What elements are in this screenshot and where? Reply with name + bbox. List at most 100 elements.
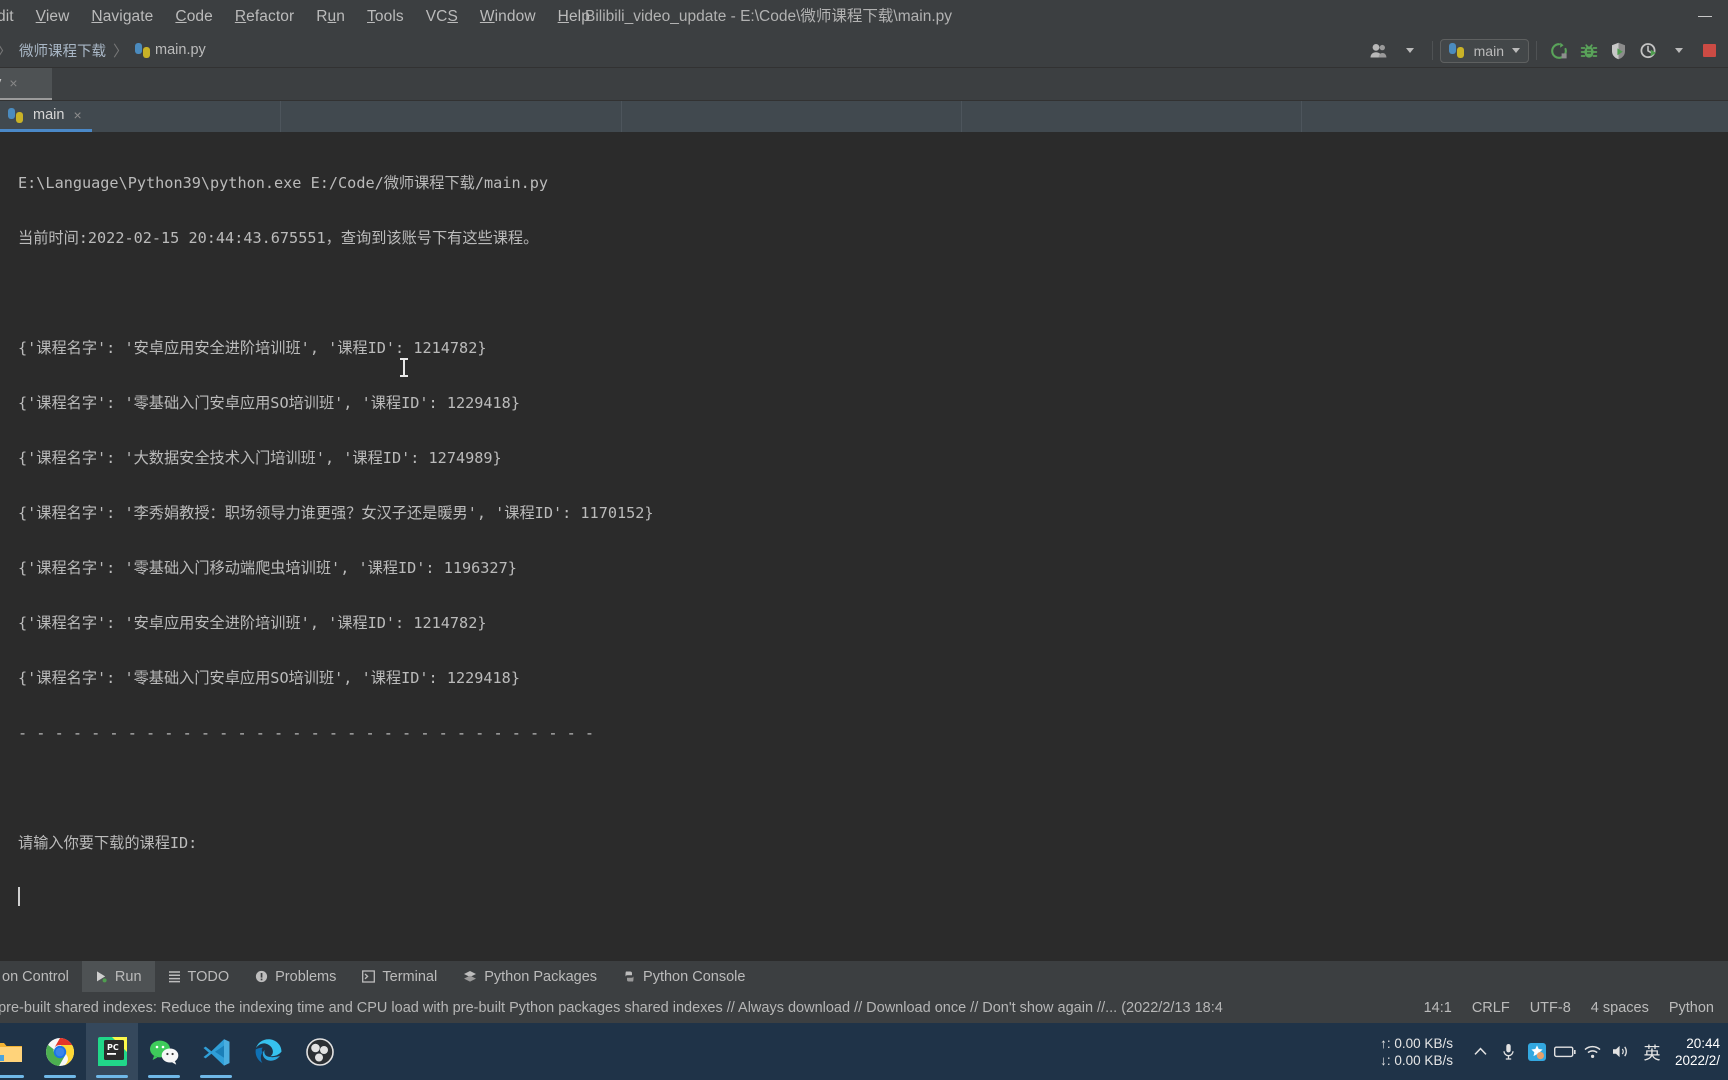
python-run-icon — [8, 107, 23, 123]
menu-item-code[interactable]: Code — [164, 5, 223, 29]
close-icon[interactable]: × — [9, 75, 17, 91]
breadcrumb-separator-icon: 〉 — [0, 40, 12, 61]
python-file-icon — [135, 42, 151, 58]
toolbar-divider — [1431, 41, 1433, 60]
tray-app-icon[interactable] — [1523, 1023, 1551, 1080]
wifi-icon[interactable] — [1579, 1023, 1607, 1080]
window-controls — [1682, 0, 1728, 33]
run-config-label: main — [1473, 42, 1504, 59]
menu-item-navigate[interactable]: Navigate — [80, 5, 164, 29]
user-account-dropdown-icon[interactable] — [1397, 38, 1423, 64]
profile-icon[interactable] — [1636, 38, 1662, 64]
tool-window-label: Python Packages — [484, 968, 598, 985]
run-configuration-selector[interactable]: main — [1439, 38, 1529, 63]
run-tool-window: main × E:\Language\Python39\python.exe E… — [0, 101, 1728, 961]
interpreter-indicator[interactable]: Python — [1659, 1000, 1724, 1016]
encoding-indicator[interactable]: UTF-8 — [1520, 1000, 1581, 1016]
coverage-icon[interactable] — [1606, 38, 1632, 64]
console-line: {'课程名字': '安卓应用安全进阶培训班', '课程ID': 1214782} — [18, 613, 487, 632]
menu-item-tools[interactable]: Tools — [356, 5, 415, 29]
header-divider — [1301, 101, 1302, 132]
menu-mnemonic: V — [35, 7, 46, 25]
battery-icon[interactable] — [1551, 1023, 1579, 1080]
wechat-icon[interactable] — [138, 1023, 190, 1080]
chrome-icon[interactable] — [34, 1023, 86, 1080]
menu-item-vcs[interactable]: VCS — [415, 5, 469, 29]
python-packages-icon — [463, 970, 477, 983]
status-bar-right: 14:1 CRLF UTF-8 4 spaces Python — [1414, 1000, 1724, 1016]
menu-item-view[interactable]: View — [25, 5, 81, 29]
ime-indicator[interactable]: 英 — [1635, 1023, 1669, 1080]
obs-icon[interactable] — [294, 1023, 346, 1080]
tool-window-terminal[interactable]: Terminal — [349, 961, 450, 992]
menu-mnemonic: W — [479, 7, 495, 25]
rerun-icon[interactable] — [1546, 38, 1572, 64]
breadcrumb-item-file[interactable]: main.py — [135, 42, 206, 58]
breadcrumb-separator-icon: 〉 — [113, 42, 129, 60]
menu-mnemonic: R — [234, 7, 247, 25]
tool-window-label: on Control — [2, 968, 69, 985]
tool-window-python-console[interactable]: Python Console — [610, 961, 758, 992]
toolbar-divider — [1536, 41, 1537, 60]
console-input-line[interactable] — [18, 885, 1728, 913]
editor-tab-mainpy[interactable]: .py × — [0, 68, 52, 100]
console-line: {'课程名字': '安卓应用安全进阶培训班', '课程ID': 1214782} — [18, 338, 487, 357]
console-line-separator: - - - - - - - - - - - - - - - - - - - - … — [18, 723, 595, 742]
network-download-label: ↓: 0.00 KB/s — [1380, 1052, 1453, 1068]
tool-window-label: Run — [114, 968, 142, 985]
python-config-icon — [1448, 43, 1464, 58]
breadcrumb: 〉 微师课程下载 〉 main.py — [0, 40, 206, 61]
tool-window-version-control[interactable]: on Control — [0, 961, 82, 992]
menu-item-refactor[interactable]: Refactor — [224, 5, 305, 29]
run-session-tab-main[interactable]: main × — [0, 101, 92, 132]
mouse-cursor-ibeam-icon — [400, 358, 408, 377]
problems-icon — [255, 970, 268, 983]
volume-icon[interactable] — [1607, 1023, 1635, 1080]
pycharm-icon[interactable]: PC — [86, 1023, 138, 1080]
user-account-icon[interactable] — [1367, 38, 1393, 64]
stop-icon[interactable] — [1696, 38, 1722, 64]
tool-window-todo[interactable]: TODO — [155, 961, 243, 992]
indent-indicator[interactable]: 4 spaces — [1581, 1000, 1659, 1016]
breadcrumb-item-project[interactable]: 微师课程下载 — [19, 40, 106, 61]
taskbar-clock[interactable]: 20:44 2022/2/ — [1669, 1035, 1728, 1069]
console-line: {'课程名字': '零基础入门移动端爬虫培训班', '课程ID': 119632… — [18, 558, 517, 577]
network-speed-indicator[interactable]: ↑: 0.00 KB/s ↓: 0.00 KB/s — [1380, 1035, 1453, 1069]
show-hidden-icons-chevron-up-icon[interactable] — [1467, 1023, 1495, 1080]
tool-window-run[interactable]: Run — [81, 961, 155, 992]
menu-mnemonic: u — [327, 7, 337, 25]
svg-text:PC: PC — [107, 1043, 119, 1052]
run-tab-label: main — [33, 107, 65, 123]
caret-position-indicator[interactable]: 14:1 — [1414, 1000, 1462, 1016]
console-line: {'课程名字': '零基础入门安卓应用SO培训班', '课程ID': 12294… — [18, 668, 520, 687]
menu-item-edit[interactable]: dit — [0, 5, 25, 29]
profile-dropdown-icon[interactable] — [1666, 38, 1692, 64]
console-output[interactable]: E:\Language\Python39\python.exe E:/Code/… — [0, 132, 1728, 961]
debug-icon[interactable] — [1576, 38, 1602, 64]
close-icon[interactable]: × — [73, 107, 81, 123]
status-notification-message[interactable]: d pre-built shared indexes: Reduce the i… — [0, 1000, 1223, 1016]
menu-item-window[interactable]: Window — [469, 5, 547, 29]
navigation-bar: 〉 微师课程下载 〉 main.py main — [0, 33, 1728, 68]
header-divider — [621, 101, 622, 132]
tool-window-python-packages[interactable]: Python Packages — [450, 961, 610, 992]
menu-label: dit — [0, 7, 14, 25]
menu-item-run[interactable]: Run — [305, 5, 356, 29]
editor-tab-strip: .py × — [0, 68, 1728, 101]
console-line: E:\Language\Python39\python.exe E:/Code/… — [18, 173, 549, 192]
chevron-down-icon — [1512, 48, 1520, 53]
edge-icon[interactable] — [242, 1023, 294, 1080]
line-separator-indicator[interactable]: CRLF — [1462, 1000, 1520, 1016]
network-upload-label: ↑: 0.00 KB/s — [1380, 1035, 1453, 1051]
file-explorer-icon[interactable] — [0, 1023, 34, 1080]
vscode-icon[interactable] — [190, 1023, 242, 1080]
minimize-button[interactable] — [1682, 0, 1728, 33]
header-divider — [280, 101, 281, 132]
clock-time: 20:44 — [1686, 1035, 1720, 1051]
menu-bar[interactable]: dit View Navigate Code Refactor Run Tool… — [0, 0, 601, 33]
tool-window-problems[interactable]: Problems — [242, 961, 349, 992]
title-bar: dit View Navigate Code Refactor Run Tool… — [0, 0, 1728, 33]
microphone-icon[interactable] — [1495, 1023, 1523, 1080]
